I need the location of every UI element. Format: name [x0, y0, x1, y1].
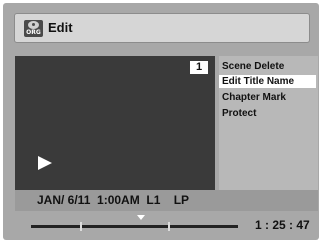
edit-screen: ORG Edit 1 Scene Delete Edit Title Name …: [0, 0, 322, 243]
play-icon: [38, 156, 52, 170]
header-bar: ORG Edit: [14, 13, 310, 43]
title-number-badge: 1: [190, 61, 208, 74]
elapsed-time: 1 : 25 : 47: [255, 218, 310, 232]
page-title: Edit: [48, 20, 73, 35]
chapter-tick: [168, 222, 170, 231]
playback-position-marker[interactable]: [137, 215, 145, 220]
timeline-track[interactable]: [31, 225, 238, 228]
menu-item-scene-delete[interactable]: Scene Delete: [219, 60, 316, 73]
original-disc-icon: ORG: [24, 20, 43, 37]
menu-item-protect[interactable]: Protect: [219, 107, 316, 120]
org-icon-label: ORG: [26, 29, 41, 36]
disc-shape: [28, 21, 39, 29]
menu-item-edit-title-name[interactable]: Edit Title Name: [219, 75, 316, 88]
recording-info: JAN/ 6/11 1:00AM L1 LP: [37, 193, 190, 207]
chapter-tick: [80, 222, 82, 231]
menu-item-chapter-mark[interactable]: Chapter Mark: [219, 91, 316, 104]
